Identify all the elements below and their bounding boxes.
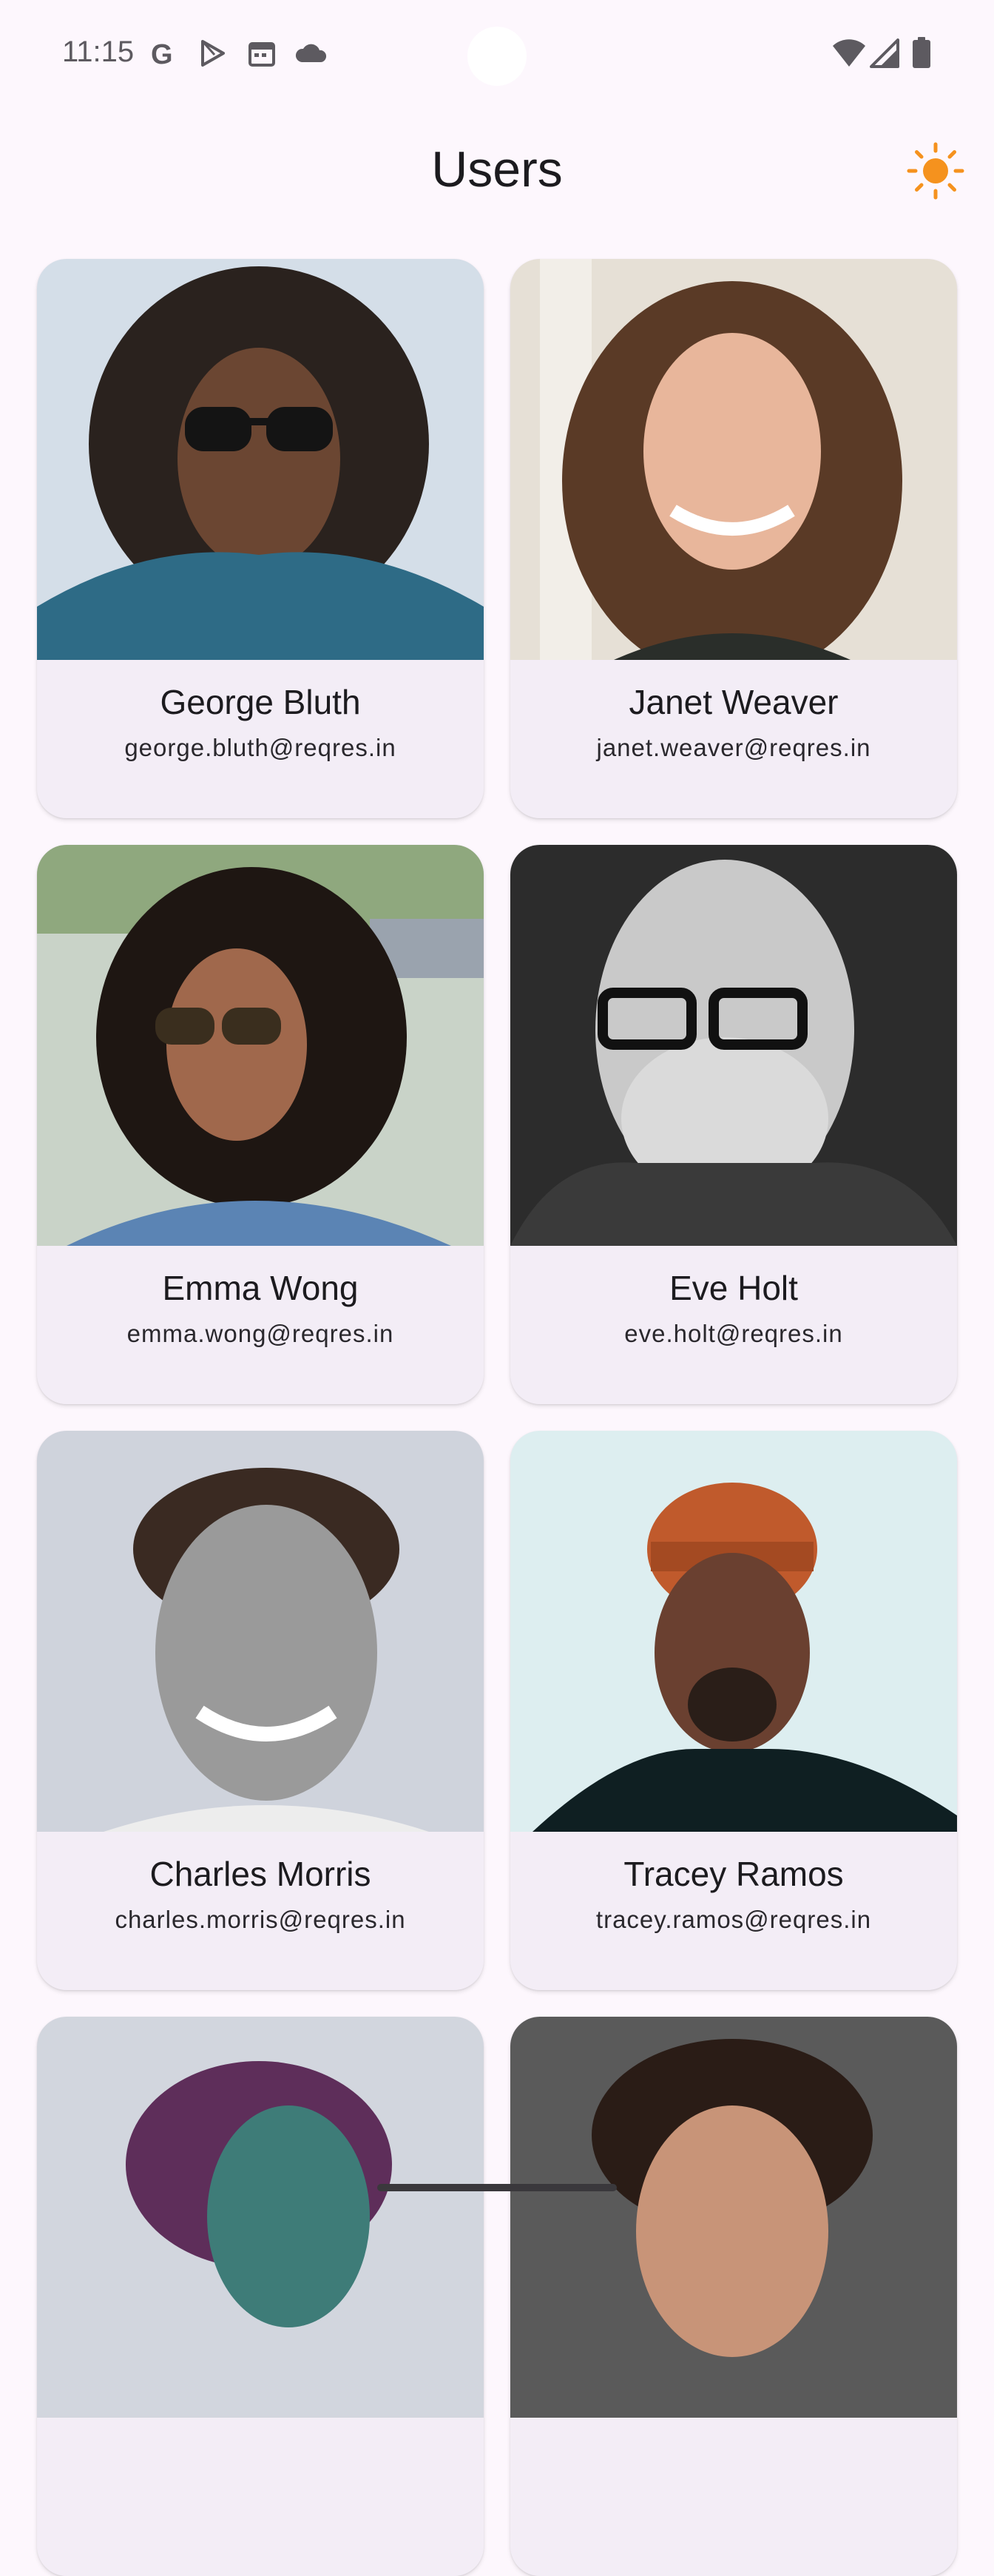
user-email: emma.wong@reqres.in <box>126 1320 394 1347</box>
user-card[interactable]: George Bluth george.bluth@reqres.in <box>37 259 484 818</box>
user-avatar <box>510 259 957 660</box>
user-card[interactable]: Eve Holt eve.holt@reqres.in <box>510 845 957 1404</box>
play-store-icon <box>198 38 228 72</box>
signal-icon <box>870 38 899 72</box>
user-card[interactable] <box>510 2017 957 2576</box>
sun-icon <box>906 141 965 204</box>
cloud-icon <box>294 38 328 72</box>
user-name: Charles Morris <box>149 1855 371 1893</box>
user-info: George Bluth george.bluth@reqres.in <box>37 660 484 818</box>
user-avatar <box>510 1431 957 1832</box>
user-card[interactable]: Janet Weaver janet.weaver@reqres.in <box>510 259 957 818</box>
user-card[interactable]: Emma Wong emma.wong@reqres.in <box>37 845 484 1404</box>
user-card[interactable]: Tracey Ramos tracey.ramos@reqres.in <box>510 1431 957 1990</box>
user-name: George Bluth <box>160 683 361 721</box>
user-avatar <box>37 259 484 660</box>
user-card[interactable] <box>37 2017 484 2576</box>
user-info: Charles Morris charles.morris@reqres.in <box>37 1832 484 1990</box>
user-avatar <box>37 1431 484 1832</box>
user-name: Tracey Ramos <box>623 1855 844 1893</box>
user-name: Janet Weaver <box>629 683 839 721</box>
user-avatar <box>37 2017 484 2418</box>
user-info <box>510 2418 957 2576</box>
user-avatar <box>510 2017 957 2418</box>
app-bar: Users <box>0 111 994 237</box>
user-name: Emma Wong <box>162 1269 359 1307</box>
svg-text:G: G <box>151 39 173 68</box>
user-avatar <box>37 845 484 1246</box>
wifi-icon <box>831 37 867 72</box>
user-info: Emma Wong emma.wong@reqres.in <box>37 1246 484 1404</box>
status-time: 11:15 <box>62 36 135 68</box>
google-icon: G <box>149 38 179 72</box>
user-email: charles.morris@reqres.in <box>115 1906 406 1933</box>
user-info <box>37 2418 484 2576</box>
user-avatar <box>510 845 957 1246</box>
user-info: Eve Holt eve.holt@reqres.in <box>510 1246 957 1404</box>
user-email: janet.weaver@reqres.in <box>596 734 871 761</box>
user-email: george.bluth@reqres.in <box>124 734 396 761</box>
page-title: Users <box>431 141 563 198</box>
user-info: Janet Weaver janet.weaver@reqres.in <box>510 660 957 818</box>
camera-cutout <box>467 27 527 86</box>
user-email: tracey.ramos@reqres.in <box>595 1906 872 1933</box>
user-name: Eve Holt <box>669 1269 798 1307</box>
user-info: Tracey Ramos tracey.ramos@reqres.in <box>510 1832 957 1990</box>
user-email: eve.holt@reqres.in <box>624 1320 843 1347</box>
navigation-gesture-bar[interactable] <box>377 2184 617 2191</box>
calendar-icon <box>247 38 277 72</box>
theme-toggle-button[interactable] <box>904 141 967 204</box>
battery-icon <box>911 37 932 73</box>
status-bar: 11:15 G <box>0 0 994 111</box>
user-card[interactable]: Charles Morris charles.morris@reqres.in <box>37 1431 484 1990</box>
